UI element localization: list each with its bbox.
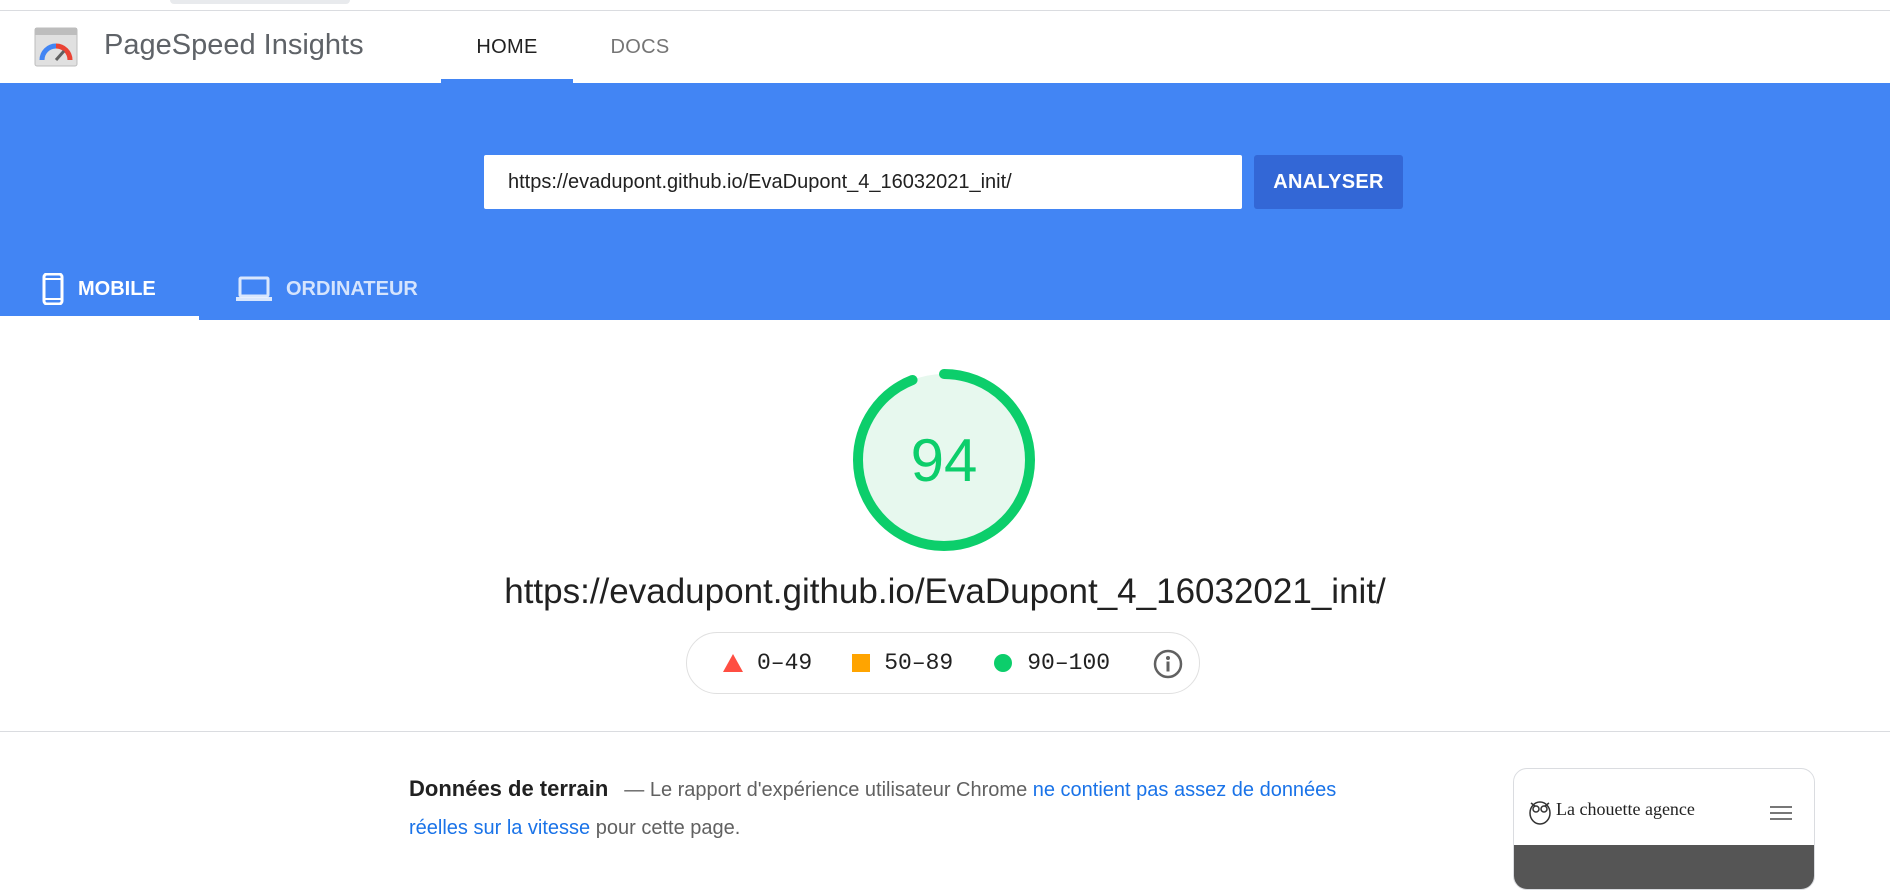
pagespeed-logo-icon	[34, 27, 78, 67]
url-input[interactable]	[484, 155, 1242, 209]
search-band: ANALYSER MOBILE ORDINATEUR	[0, 83, 1890, 320]
circle-icon	[994, 654, 1013, 672]
tab-desktop[interactable]: ORDINATEUR	[236, 258, 436, 320]
performance-score: 94	[910, 426, 978, 494]
field-data-text: — Le rapport d'expérience utilisateur Ch…	[624, 779, 1033, 801]
analyse-button[interactable]: ANALYSER	[1254, 155, 1403, 209]
field-data-title: Données de terrain	[409, 776, 609, 801]
owl-icon	[1529, 801, 1551, 825]
field-data-section: Données de terrain — Le rapport d'expérie…	[409, 770, 1399, 847]
tab-desktop-label: ORDINATEUR	[286, 277, 418, 300]
legend-pass: 90–100	[993, 650, 1110, 676]
hamburger-menu-icon	[1770, 806, 1792, 820]
browser-tab-stub	[170, 0, 350, 4]
field-data-text-end: pour cette page.	[590, 817, 741, 839]
analysed-url: https://evadupont.github.io/EvaDupont_4_…	[504, 572, 1386, 611]
score-legend: 0–49 50–89 90–100	[686, 632, 1200, 694]
smartphone-icon	[42, 273, 64, 305]
info-icon[interactable]	[1153, 649, 1183, 679]
triangle-icon	[723, 654, 743, 672]
thumbnail-site-title: La chouette agence	[1556, 799, 1695, 819]
header: PageSpeed Insights HOME DOCS	[0, 11, 1890, 83]
thumbnail-hero-image	[1514, 845, 1814, 889]
legend-average-label: 50–89	[884, 650, 954, 676]
tab-mobile[interactable]: MOBILE	[0, 258, 199, 320]
laptop-icon	[236, 276, 272, 301]
legend-pass-label: 90–100	[1027, 650, 1111, 676]
legend-average: 50–89	[852, 650, 953, 676]
legend-fail-label: 0–49	[757, 650, 813, 676]
tab-mobile-label: MOBILE	[78, 277, 156, 300]
section-divider	[0, 731, 1890, 732]
square-icon	[852, 654, 871, 672]
legend-fail: 0–49	[723, 650, 812, 676]
nav-tab-home[interactable]: HOME	[441, 11, 573, 83]
page-screenshot-thumbnail: La chouette agence	[1513, 768, 1815, 890]
brand-title: PageSpeed Insights	[104, 29, 364, 61]
nav-tab-docs[interactable]: DOCS	[600, 11, 680, 83]
